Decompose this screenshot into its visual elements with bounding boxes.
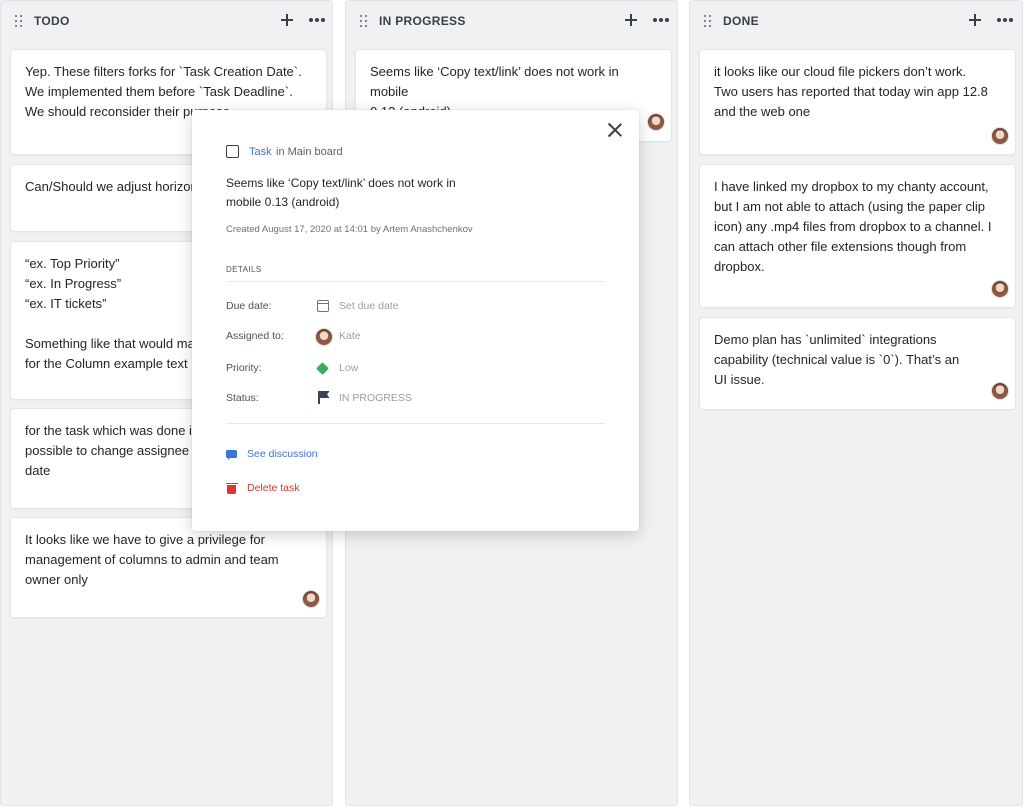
column-more-button[interactable]: [995, 10, 1015, 30]
flag-icon[interactable]: [318, 391, 330, 404]
due-date-value[interactable]: Set due date: [339, 300, 399, 312]
column-header: IN PROGRESS: [346, 1, 677, 41]
column-title: IN PROGRESS: [379, 14, 466, 28]
task-card[interactable]: I have linked my dropbox to my chanty ac…: [699, 164, 1016, 308]
avatar[interactable]: [315, 328, 333, 346]
avatar: [991, 382, 1009, 400]
status-value[interactable]: IN PROGRESS: [339, 392, 412, 404]
card-text: It looks like we have to give a privileg…: [25, 532, 279, 587]
delete-task-button[interactable]: Delete task: [225, 481, 326, 497]
avatar: [647, 113, 665, 131]
column-title: DONE: [723, 14, 759, 28]
card-text: Demo plan has `unlimited` integrations c…: [714, 332, 960, 387]
task-detail-modal: Task in Main board Seems like ‘Copy text…: [192, 110, 639, 531]
task-title[interactable]: Seems like ‘Copy text/link’ does not wor…: [226, 174, 486, 212]
divider: [226, 423, 605, 424]
close-icon[interactable]: [607, 122, 623, 138]
column-title: TODO: [34, 14, 70, 28]
task-card[interactable]: Demo plan has `unlimited` integrations c…: [699, 317, 1016, 410]
board-name: in Main board: [276, 146, 343, 158]
drag-handle-icon[interactable]: [704, 15, 712, 28]
drag-handle-icon[interactable]: [15, 15, 23, 28]
priority-label: Priority:: [226, 362, 262, 374]
avatar: [991, 280, 1009, 298]
task-complete-checkbox[interactable]: [226, 145, 239, 158]
column-header: TODO: [1, 1, 332, 41]
status-label: Status:: [226, 392, 259, 404]
due-date-label: Due date:: [226, 300, 272, 312]
task-card[interactable]: it looks like our cloud file pickers don…: [699, 49, 1016, 155]
see-discussion-label: See discussion: [247, 448, 318, 460]
chat-icon: [226, 450, 237, 460]
delete-task-label: Delete task: [247, 482, 300, 494]
created-info: Created August 17, 2020 at 14:01 by Arte…: [226, 224, 473, 235]
task-type-link[interactable]: Task: [249, 146, 272, 158]
add-task-button[interactable]: [621, 10, 641, 30]
divider: [226, 281, 605, 282]
diamond-icon[interactable]: [316, 362, 329, 375]
card-text: I have linked my dropbox to my chanty ac…: [714, 179, 992, 274]
assigned-label: Assigned to:: [226, 330, 284, 342]
avatar: [991, 127, 1009, 145]
assignee-value[interactable]: Kate: [339, 330, 361, 342]
calendar-icon[interactable]: [317, 300, 329, 312]
priority-value[interactable]: Low: [339, 362, 358, 374]
card-text: it looks like our cloud file pickers don…: [714, 64, 988, 119]
column-more-button[interactable]: [651, 10, 671, 30]
avatar: [302, 590, 320, 608]
see-discussion-button[interactable]: See discussion: [226, 447, 346, 463]
column-header: DONE: [690, 1, 1022, 41]
add-task-button[interactable]: [277, 10, 297, 30]
task-card[interactable]: It looks like we have to give a privileg…: [10, 517, 327, 618]
drag-handle-icon[interactable]: [360, 15, 368, 28]
trash-icon: [225, 482, 238, 494]
column-more-button[interactable]: [307, 10, 327, 30]
column-done: DONE it looks like our cloud file picker…: [689, 0, 1023, 806]
details-heading: DETAILS: [226, 265, 262, 274]
add-task-button[interactable]: [965, 10, 985, 30]
